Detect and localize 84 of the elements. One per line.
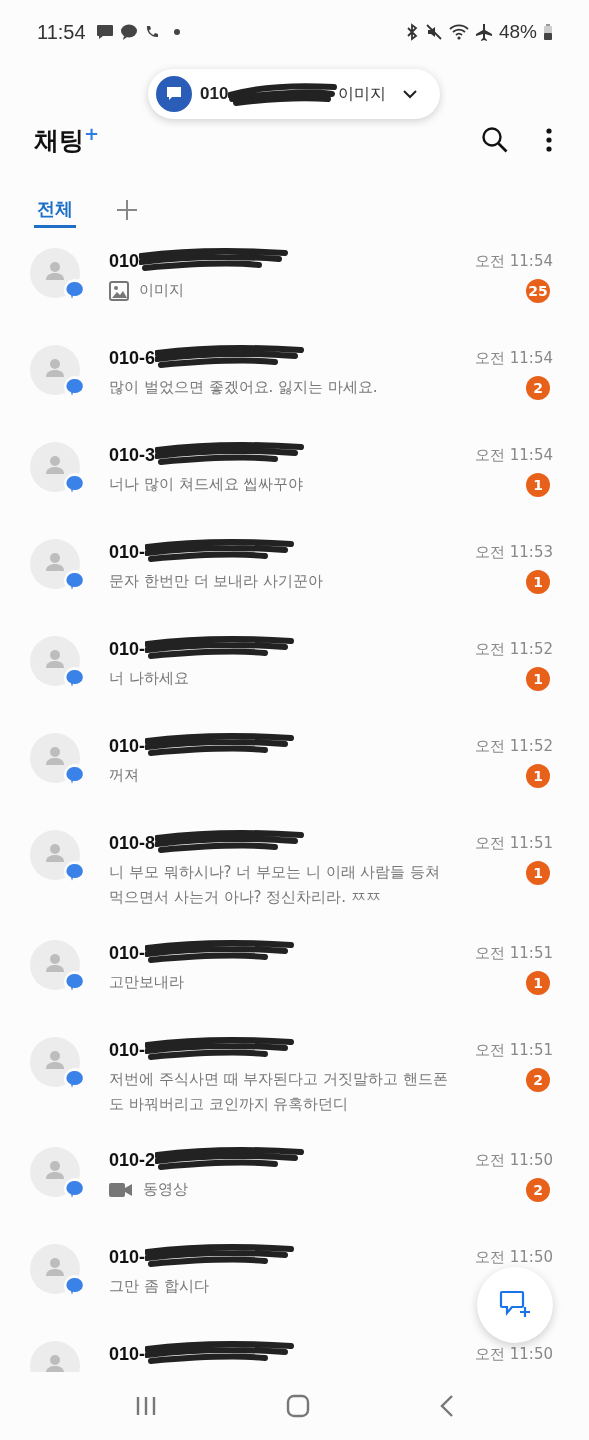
message-time: 오전 11:53	[475, 543, 553, 562]
page-title: 채팅$^{+}$	[34, 122, 100, 158]
unread-count: 2	[526, 1068, 550, 1092]
contact-name: 010-3	[109, 444, 156, 466]
message-preview: 너나 많이 쳐드세요 씹싸꾸야	[109, 474, 304, 495]
unread-count: 1	[526, 861, 550, 885]
message-time: 오전 11:54	[475, 446, 553, 465]
mute-icon	[424, 23, 443, 41]
message-preview: 꺼져	[109, 765, 139, 786]
notification-sender: 010	[200, 84, 229, 104]
tab[interactable]: 전체	[34, 192, 76, 228]
dot-icon	[173, 29, 180, 35]
message-time: 오전 11:54	[475, 252, 553, 271]
unread-count: 25	[526, 279, 550, 303]
conversation-item[interactable]: 010 이미지 오전 11:54 25	[0, 237, 589, 334]
conversation-item[interactable]: 010- 꺼져 오전 11:52 1	[0, 722, 589, 819]
conversation-item[interactable]: 010-6 많이 벌었으면 좋겠어요. 잃지는 마세요. 오전 11:54 2	[0, 334, 589, 431]
message-time: 오전 11:51	[475, 1041, 553, 1060]
contact-name: 010-	[109, 541, 146, 563]
contact-name: 010-6	[109, 347, 156, 369]
message-preview: 고만보내라	[109, 972, 184, 993]
new-chat-button[interactable]	[477, 1267, 553, 1343]
message-time: 오전 11:54	[475, 349, 553, 368]
chat-bubble-icon	[119, 24, 138, 40]
message-preview: 니 부모 뭐하시나? 너 부모는 니 이래 사람들 등쳐먹으면서 사는거 아나? 정신차리라. ㅉㅉ	[109, 862, 442, 908]
message-time: 오전 11:50	[475, 1248, 553, 1267]
unread-count: 2	[526, 1178, 550, 1202]
unread-count: 1	[526, 570, 550, 594]
chat-plus-icon	[499, 1290, 531, 1320]
contact-name: 010-2	[109, 1149, 156, 1171]
message-time: 오전 11:50	[475, 1151, 553, 1170]
conversation-item[interactable]: 010- 문자 한번만 더 보내라 사기꾼아 오전 11:53 1	[0, 528, 589, 625]
status-time: 11:54	[37, 20, 86, 44]
contact-name: 010-	[109, 1246, 146, 1268]
chevron-down-icon[interactable]	[402, 89, 418, 99]
image-icon	[109, 280, 129, 301]
notification-text: 이미지	[338, 83, 387, 105]
conversation-item[interactable]: 010- 저번에 주식사면 때 부자된다고 거짓말하고 핸드폰도 바꿔버리고 코인까지 유혹하던디 오전 11:51 2	[0, 1026, 589, 1136]
contact-name: 010-	[109, 1039, 146, 1061]
message-time: 오전 11:52	[475, 737, 553, 756]
search-icon[interactable]	[481, 126, 509, 154]
conversation-item[interactable]: 010-8 니 부모 뭐하시나? 너 부모는 니 이래 사람들 등쳐먹으면서 사는거 아나? 정신차리라. ㅉㅉ 오전 11:51 1	[0, 819, 589, 929]
conversation-item[interactable]: 010- 그만 좀 합시다 오전 11:50	[0, 1233, 589, 1330]
more-options-icon[interactable]	[545, 127, 553, 153]
unread-count: 2	[526, 376, 550, 400]
message-time: 오전 11:51	[475, 834, 553, 853]
unread-count: 1	[526, 473, 550, 497]
unread-count: 1	[526, 764, 550, 788]
conversation-item[interactable]: 010-2 동영상 오전 11:50 2	[0, 1136, 589, 1233]
message-icon	[95, 24, 114, 40]
message-preview: 문자 한번만 더 보내라 사기꾼아	[109, 571, 324, 592]
message-preview: 그만 좀 합시다	[109, 1276, 209, 1297]
contact-name: 010-	[109, 942, 146, 964]
unread-count: 1	[526, 667, 550, 691]
message-preview: 동영상	[143, 1179, 188, 1200]
message-preview: 많이 벌었으면 좋겠어요. 잃지는 마세요.	[109, 377, 378, 398]
message-app-icon	[156, 76, 192, 112]
contact-name: 010	[109, 250, 140, 272]
battery-icon	[543, 23, 553, 41]
back-icon[interactable]	[440, 1394, 455, 1418]
home-icon[interactable]	[286, 1394, 311, 1418]
unread-count: 1	[526, 971, 550, 995]
message-preview: 너 나하세요	[109, 668, 189, 689]
message-preview: 저번에 주식사면 때 부자된다고 거짓말하고 핸드폰도 바꿔버리고 코인까지 유혹하던디	[109, 1069, 449, 1115]
contact-name: 010-	[109, 1343, 146, 1365]
contact-name: 010-	[109, 735, 146, 757]
bluetooth-icon	[404, 23, 419, 41]
video-camera-icon	[109, 1181, 133, 1198]
message-time: 오전 11:50	[475, 1345, 553, 1364]
recent-apps-icon[interactable]	[134, 1395, 157, 1417]
conversation-item[interactable]: 010- 고만보내라 오전 11:51 1	[0, 929, 589, 1026]
contact-name: 010-8	[109, 832, 156, 854]
notification-pill[interactable]: 010 이미지	[148, 69, 440, 119]
conversation-item[interactable]: 010- 오전 11:50	[0, 1330, 589, 1372]
add-tab-icon[interactable]	[116, 199, 138, 221]
message-time: 오전 11:51	[475, 944, 553, 963]
contact-name: 010-	[109, 638, 146, 660]
message-preview: 이미지	[139, 280, 184, 301]
conversation-item[interactable]: 010- 너 나하세요 오전 11:52 1	[0, 625, 589, 722]
airplane-icon	[474, 23, 493, 41]
wifi-icon	[448, 23, 469, 41]
conversation-item[interactable]: 010-3 너나 많이 쳐드세요 씹싸꾸야 오전 11:54 1	[0, 431, 589, 528]
battery-percent: 48%	[498, 21, 537, 43]
message-time: 오전 11:52	[475, 640, 553, 659]
